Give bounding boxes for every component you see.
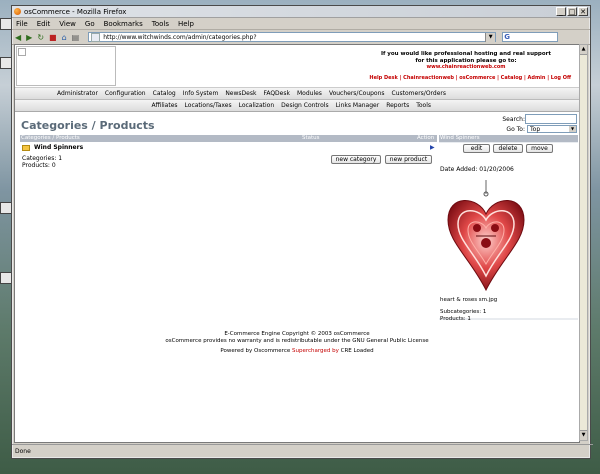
category-name[interactable]: Wind Spinners [34, 144, 83, 152]
table-row[interactable]: Wind Spinners ▶ [20, 144, 437, 152]
title-bar: osCommerce - Mozilla Firefox _ □ ✕ [12, 6, 590, 18]
info-panel-stats: Subcategories: 1 Products: 1 [440, 309, 486, 322]
print-icon[interactable]: ▤ [72, 33, 80, 42]
new-product-button[interactable]: new product [385, 155, 432, 164]
menu-go[interactable]: Go [85, 20, 95, 28]
menu-tools[interactable]: Tools [152, 20, 169, 28]
subcategories-count: Subcategories: 1 [440, 309, 487, 315]
promo-link[interactable]: www.chainreactionweb.com [381, 64, 551, 71]
powered-by-link[interactable]: Supercharged by [292, 348, 339, 354]
admin-nav-primary: Administrator Configuration Catalog Info… [15, 88, 579, 100]
image-caption: heart & roses sm.jpg [440, 297, 498, 303]
edit-button[interactable]: edit [463, 144, 490, 153]
page-title: Categories / Products [21, 119, 155, 132]
footer-powered: Powered by Oscommerce Supercharged by CR… [15, 348, 579, 355]
footer-copyright: E-Commerce Engine Copyright © 2003 osCom… [15, 331, 579, 344]
google-icon: G [504, 33, 510, 41]
goto-selected-value: Top [530, 126, 541, 133]
move-button[interactable]: move [526, 144, 553, 153]
info-panel-heading: Wind Spinners [439, 135, 578, 142]
url-input[interactable] [103, 33, 486, 41]
nav-modules[interactable]: Modules [297, 90, 322, 97]
goto-label: Go To: [506, 126, 525, 133]
window-title: osCommerce - Mozilla Firefox [24, 7, 127, 16]
forward-icon[interactable]: ▶ [26, 33, 32, 42]
license-line: osCommerce provides no warranty and is r… [165, 337, 429, 344]
folder-icon [22, 145, 30, 151]
col-header-status: Status [302, 135, 320, 141]
home-icon[interactable]: ⌂ [62, 33, 67, 42]
broken-image-icon [18, 48, 26, 56]
nav-customers-orders[interactable]: Customers/Orders [392, 90, 446, 97]
category-counts: Categories: 1 Products: 0 [22, 155, 62, 169]
url-bar[interactable]: ▼ [88, 32, 497, 42]
status-bar: Done [12, 444, 593, 457]
new-category-button[interactable]: new category [331, 155, 381, 164]
products-count: Products: 0 [22, 162, 56, 169]
nav-reports[interactable]: Reports [386, 102, 409, 109]
menu-file[interactable]: File [16, 20, 28, 28]
search-label: Search: [502, 116, 525, 123]
scroll-down-icon[interactable]: ▼ [580, 430, 587, 440]
powered-by-suffix: CRE Loaded [340, 348, 374, 354]
delete-button[interactable]: delete [493, 144, 523, 153]
menu-bookmarks[interactable]: Bookmarks [104, 20, 143, 28]
page-content: If you would like professional hosting a… [14, 44, 580, 443]
browser-window: osCommerce - Mozilla Firefox _ □ ✕ File … [11, 5, 593, 459]
products-count: Products: 1 [440, 315, 471, 322]
header-links[interactable]: Help Desk | Chainreactionweb | osCommerc… [369, 75, 571, 81]
menu-bar: File Edit View Go Bookmarks Tools Help [12, 18, 590, 30]
reload-icon[interactable]: ↻ [37, 33, 44, 42]
powered-by-text: Powered by Oscommerce [220, 348, 291, 354]
nav-vouchers[interactable]: Vouchers/Coupons [329, 90, 385, 97]
minimize-button[interactable]: _ [556, 7, 566, 16]
admin-nav-secondary: Affiliates Locations/Taxes Localization … [15, 100, 579, 112]
menu-help[interactable]: Help [178, 20, 194, 28]
nav-localization[interactable]: Localization [239, 102, 275, 109]
search-input[interactable] [525, 114, 577, 124]
menu-view[interactable]: View [59, 20, 76, 28]
info-panel-body: edit delete move Date Added: 01/20/2006 [439, 143, 578, 322]
page-icon [91, 32, 101, 42]
nav-info-system[interactable]: Info System [183, 90, 219, 97]
category-image [440, 180, 532, 292]
nav-tools[interactable]: Tools [416, 102, 431, 109]
chevron-down-icon: ▼ [569, 126, 576, 132]
close-button[interactable]: ✕ [578, 7, 588, 16]
col-header-name: Categories / Products [21, 135, 80, 141]
menu-edit[interactable]: Edit [37, 20, 51, 28]
logo-placeholder [16, 46, 116, 86]
nav-faqdesk[interactable]: FAQDesk [263, 90, 290, 97]
goto-select[interactable]: Top ▼ [527, 125, 577, 133]
stop-icon[interactable]: ■ [49, 33, 57, 42]
back-icon[interactable]: ◀ [15, 33, 21, 42]
chevron-down-icon[interactable]: ▼ [485, 32, 496, 42]
nav-design-controls[interactable]: Design Controls [281, 102, 328, 109]
table-header: Categories / Products Status Action [20, 135, 437, 142]
navigation-toolbar: ◀ ▶ ↻ ■ ⌂ ▤ ▼ G [12, 30, 590, 45]
col-header-action: Action [417, 135, 435, 141]
date-added: Date Added: 01/20/2006 [440, 166, 514, 173]
nav-configuration[interactable]: Configuration [105, 90, 146, 97]
heart-spinner-image [447, 180, 525, 292]
firefox-icon [14, 8, 21, 15]
nav-newsdesk[interactable]: NewsDesk [225, 90, 256, 97]
info-panel: Wind Spinners edit delete move Date Adde… [439, 135, 578, 322]
nav-affiliates[interactable]: Affiliates [151, 102, 177, 109]
vertical-scrollbar[interactable]: ▲ ▼ [579, 44, 588, 441]
arrow-right-icon[interactable]: ▶ [430, 144, 435, 152]
nav-links-manager[interactable]: Links Manager [336, 102, 380, 109]
nav-administrator[interactable]: Administrator [57, 90, 98, 97]
nav-locations-taxes[interactable]: Locations/Taxes [185, 102, 232, 109]
promo-line: If you would like professional hosting a… [380, 51, 551, 57]
nav-catalog[interactable]: Catalog [153, 90, 176, 97]
status-text: Done [15, 447, 31, 455]
scroll-up-icon[interactable]: ▲ [580, 45, 587, 55]
search-box[interactable]: G [502, 32, 559, 42]
admin-header: If you would like professional hosting a… [15, 45, 579, 88]
categories-count: Categories: 1 [22, 155, 63, 162]
maximize-button[interactable]: □ [567, 7, 577, 16]
hosting-promo: If you would like professional hosting a… [381, 51, 551, 71]
